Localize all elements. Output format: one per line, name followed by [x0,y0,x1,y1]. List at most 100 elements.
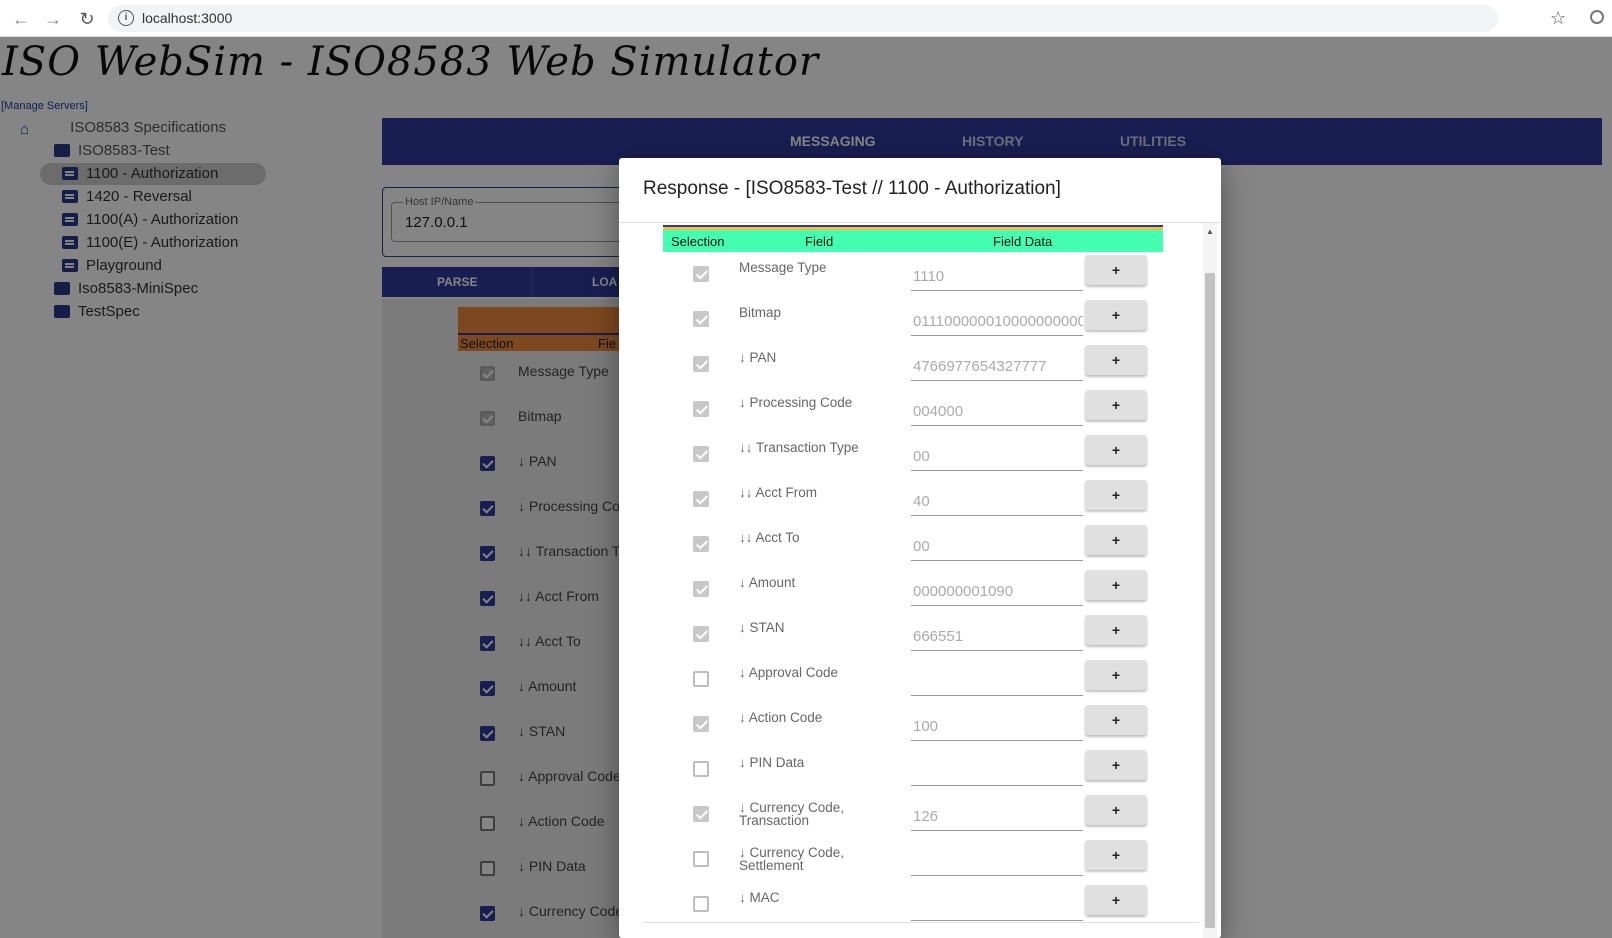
extension-icon[interactable] [1590,10,1604,24]
reload-icon[interactable]: ↻ [76,8,98,30]
field-name: ↓ STAN [739,620,785,635]
field-data-input[interactable] [911,660,1083,696]
field-data-value: 126 [913,808,939,825]
selection-checkbox[interactable] [693,446,709,462]
field-name: Bitmap [739,305,782,320]
table-row: ↓↓ Acct From 40 + [663,480,1163,525]
field-name: ↓ Processing Code [739,395,853,410]
selection-checkbox[interactable] [693,671,709,687]
field-data-value: 000000001090 [913,583,1014,600]
scroll-thumb[interactable] [1205,273,1215,928]
add-button[interactable]: + [1085,390,1147,420]
add-button[interactable]: + [1085,345,1147,375]
add-button[interactable]: + [1085,435,1147,465]
selection-checkbox[interactable] [693,626,709,642]
selection-checkbox[interactable] [693,311,709,327]
selection-checkbox[interactable] [693,401,709,417]
add-button[interactable]: + [1085,885,1147,915]
field-data-input[interactable] [911,885,1083,921]
field-data-value: 00 [913,448,930,465]
field-data-input[interactable]: 666551 [911,615,1083,651]
field-data-value: 40 [913,493,930,510]
dialog-title: Response - [ISO8583-Test // 1100 - Autho… [643,178,1061,199]
field-data-value: 1110 [913,268,945,285]
field-data-value: 0111000000100000000001 [913,313,1083,330]
header-field: Field [805,234,834,249]
field-data-input[interactable]: 0111000000100000000001 [911,300,1083,336]
selection-checkbox[interactable] [693,761,709,777]
selection-checkbox[interactable] [693,581,709,597]
add-button[interactable]: + [1085,300,1147,330]
add-button[interactable]: + [1085,750,1147,780]
table-row: ↓ Amount 000000001090 + [663,570,1163,615]
selection-checkbox[interactable] [693,266,709,282]
add-button[interactable]: + [1085,615,1147,645]
table-row: ↓↓ Transaction Type 00 + [663,435,1163,480]
field-data-input[interactable]: 00 [911,525,1083,561]
selection-checkbox[interactable] [693,851,709,867]
add-button[interactable]: + [1085,525,1147,555]
add-button[interactable]: + [1085,795,1147,825]
field-data-input[interactable]: 1110 [911,255,1083,291]
field-name: Message Type [739,260,827,275]
field-data-value: 666551 [913,628,964,645]
add-button[interactable]: + [1085,840,1147,870]
selection-checkbox[interactable] [693,896,709,912]
add-button[interactable]: + [1085,705,1147,735]
field-name: ↓ MAC [739,890,780,905]
scroll-up-icon[interactable]: ▲ [1206,227,1214,236]
field-data-value: 4766977654327777 [913,358,1047,375]
field-data-input[interactable]: 00 [911,435,1083,471]
field-name: ↓ Currency Code, Settlement [739,845,845,873]
selection-checkbox[interactable] [693,356,709,372]
table-row: ↓ Currency Code, Settlement + [663,840,1163,885]
header-field-data: Field Data [993,234,1053,249]
field-name: ↓ Action Code [739,710,823,725]
field-name: ↓ PAN [739,350,777,365]
url-text: localhost:3000 [142,10,233,26]
table-row: ↓ Processing Code 004000 + [663,390,1163,435]
selection-checkbox[interactable] [693,716,709,732]
field-name: ↓↓ Acct To [739,530,800,545]
back-arrow-icon[interactable]: ← [10,8,32,30]
field-data-input[interactable]: 004000 [911,390,1083,426]
info-icon[interactable]: i [118,10,134,26]
header-selection: Selection [671,234,725,249]
field-data-input[interactable]: 100 [911,705,1083,741]
response-dialog: Response - [ISO8583-Test // 1100 - Autho… [619,158,1221,938]
field-name: ↓↓ Acct From [739,485,818,500]
response-table-header: Selection Field Field Data [663,230,1163,252]
selection-checkbox[interactable] [693,536,709,552]
table-row: ↓ MAC + [663,885,1163,922]
field-name: ↓ Approval Code [739,665,839,680]
add-button[interactable]: + [1085,570,1147,600]
field-name: ↓ Currency Code, Transaction [739,800,845,828]
add-button[interactable]: + [1085,480,1147,510]
field-data-input[interactable]: 4766977654327777 [911,345,1083,381]
field-data-input[interactable]: 000000001090 [911,570,1083,606]
add-button[interactable]: + [1085,660,1147,690]
table-row: ↓ Currency Code, Transaction 126 + [663,795,1163,840]
field-data-value: 100 [913,718,939,735]
field-data-input[interactable]: 40 [911,480,1083,516]
table-row: ↓ PAN 4766977654327777 + [663,345,1163,390]
table-row: ↓ Approval Code + [663,660,1163,705]
scrollbar[interactable]: ▲ [1203,223,1217,938]
field-data-input[interactable] [911,750,1083,786]
browser-toolbar: ← → ↻ i localhost:3000 ☆ [0,0,1612,37]
field-data-value: 004000 [913,403,964,420]
field-name: ↓ PIN Data [739,755,805,770]
field-data-input[interactable] [911,840,1083,876]
forward-arrow-icon[interactable]: → [42,8,64,30]
selection-checkbox[interactable] [693,806,709,822]
selection-checkbox[interactable] [693,491,709,507]
table-row: Bitmap 0111000000100000000001 + [663,300,1163,345]
field-data-value: 00 [913,538,930,555]
add-button[interactable]: + [1085,255,1147,285]
address-bar[interactable]: i localhost:3000 [108,5,1498,32]
table-row: Message Type 1110 + [663,255,1163,300]
response-table-container[interactable]: Selection Field Field Data Message Type 1… [643,223,1199,923]
bookmark-star-icon[interactable]: ☆ [1550,8,1566,29]
field-name: ↓↓ Transaction Type [739,440,859,455]
field-data-input[interactable]: 126 [911,795,1083,831]
